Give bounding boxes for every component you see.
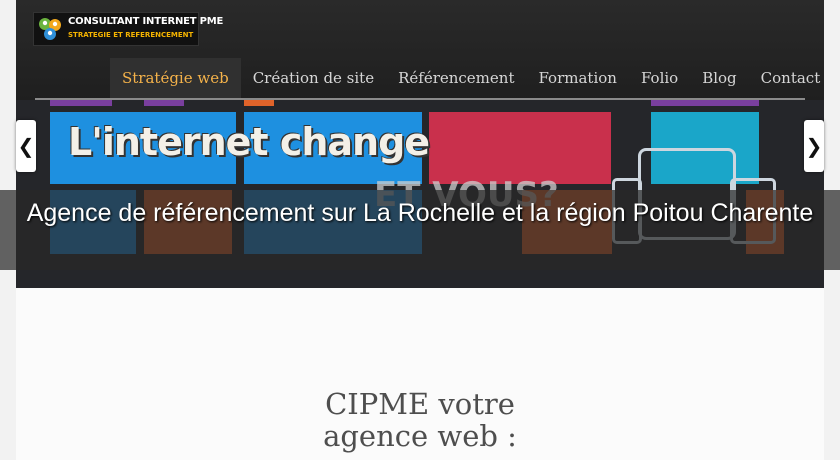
logo-subtitle: STRATEGIE ET REFERENCEMENT	[68, 31, 194, 39]
chevron-right-icon: ❯	[805, 134, 823, 158]
site-logo[interactable]: CONSULTANT INTERNET PME STRATEGIE ET REF…	[33, 12, 223, 46]
people-network-icon	[39, 18, 61, 40]
logo-title: CONSULTANT INTERNET PME	[68, 16, 224, 27]
nav-item-referencement[interactable]: Référencement	[386, 58, 526, 98]
section-heading: CIPME votre agence web :	[323, 387, 517, 453]
nav-item-folio[interactable]: Folio	[629, 58, 690, 98]
chevron-left-icon: ❮	[17, 134, 35, 158]
slider-next-button[interactable]: ❯	[804, 120, 824, 172]
main-nav: Stratégie web Création de site Référence…	[110, 58, 832, 98]
banner-headline: L'internet change	[68, 120, 430, 164]
slider-caption: Agence de référencement sur La Rochelle …	[26, 199, 814, 227]
banner-tile	[429, 112, 611, 184]
banner-tile	[244, 100, 274, 106]
nav-item-contact[interactable]: Contact	[749, 58, 833, 98]
banner-tile	[50, 100, 112, 106]
banner-tile	[144, 100, 184, 106]
nav-item-creation-de-site[interactable]: Création de site	[241, 58, 386, 98]
nav-item-formation[interactable]: Formation	[526, 58, 628, 98]
nav-item-blog[interactable]: Blog	[690, 58, 748, 98]
slider-prev-button[interactable]: ❮	[16, 120, 36, 172]
banner-tile	[651, 100, 759, 106]
nav-item-strategie-web[interactable]: Stratégie web	[110, 58, 241, 98]
